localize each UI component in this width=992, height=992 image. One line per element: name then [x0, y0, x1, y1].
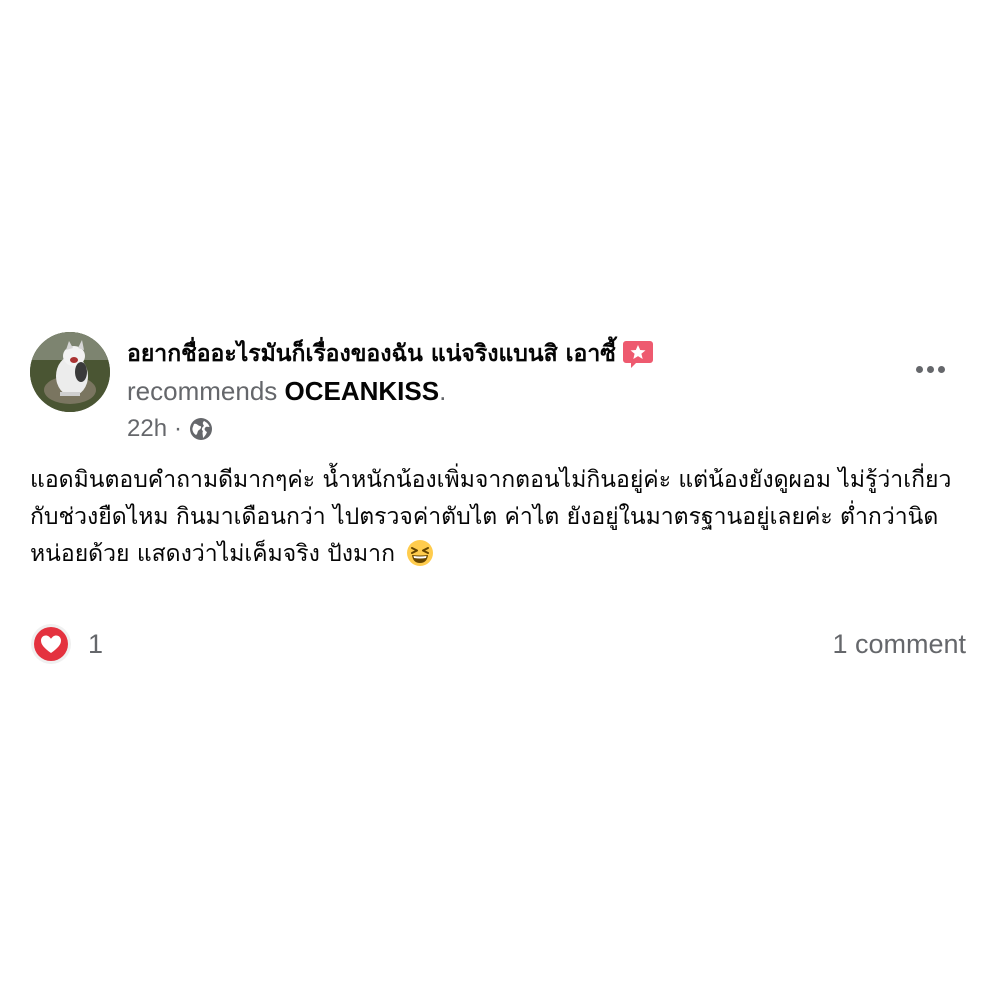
more-dot-3 — [937, 365, 945, 373]
love-reaction-icon — [30, 623, 72, 665]
post-header: อยากชื่ออะไรมันก็เรื่องของฉัน แน่จริงแบน… — [127, 334, 907, 444]
recommended-page-link[interactable]: OCEANKISS — [285, 376, 440, 406]
globe-icon[interactable] — [189, 417, 213, 441]
more-dot-2 — [926, 365, 934, 373]
recommend-star-icon — [622, 338, 654, 370]
post-timestamp[interactable]: 22h — [127, 415, 167, 443]
author-avatar[interactable] — [30, 332, 110, 412]
recommend-line: recommends OCEANKISS. — [127, 374, 907, 408]
meta-separator: · — [174, 415, 183, 442]
post-meta: 22h · — [127, 414, 907, 444]
comments-count-link[interactable]: 1 comment — [832, 622, 966, 666]
post-card: อยากชื่ออะไรมันก็เรื่องของฉัน แน่จริงแบน… — [0, 0, 992, 992]
more-dot-1 — [915, 365, 923, 373]
cat-photo-icon — [30, 332, 110, 412]
grinning-squinting-face-icon — [406, 539, 434, 567]
recommends-label: recommends — [127, 376, 278, 406]
reaction-count: 1 — [88, 628, 104, 659]
author-name[interactable]: อยากชื่ออะไรมันก็เรื่องของฉัน แน่จริงแบน… — [127, 336, 616, 372]
more-options-button[interactable] — [906, 352, 954, 386]
post-footer: 1 1 comment — [30, 622, 966, 666]
author-line: อยากชื่ออะไรมันก็เรื่องของฉัน แน่จริงแบน… — [127, 334, 907, 374]
post-text: แอดมินตอบคำถามดีมากๆค่ะ น้ำหนักน้องเพิ่ม… — [30, 467, 952, 567]
reactions-summary[interactable]: 1 — [30, 622, 103, 666]
post-body: แอดมินตอบคำถามดีมากๆค่ะ น้ำหนักน้องเพิ่ม… — [30, 462, 970, 573]
recommend-period: . — [439, 376, 447, 406]
